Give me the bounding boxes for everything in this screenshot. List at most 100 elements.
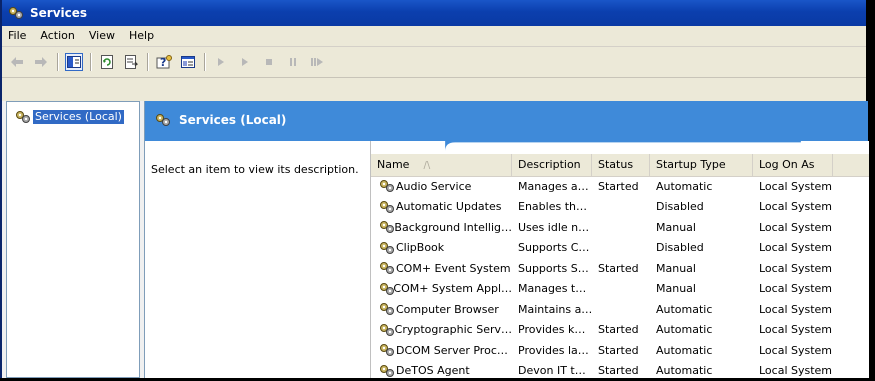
column-header-log-on-as[interactable]: Log On As <box>753 154 833 176</box>
service-description: Maintains a… <box>512 303 592 316</box>
service-description: Supports C… <box>512 241 592 254</box>
restart-service-icon[interactable] <box>308 53 326 71</box>
service-gear-icon <box>379 200 395 214</box>
menu-help[interactable]: Help <box>122 26 161 46</box>
menu-view[interactable]: View <box>82 26 122 46</box>
service-description: Manages a… <box>512 180 592 193</box>
toolbar-separator <box>204 53 205 71</box>
table-row[interactable]: COM+ System Appl… Manages t… Manual Loca… <box>371 279 869 300</box>
pause-service-icon[interactable] <box>284 53 302 71</box>
list-column-headers: Name/\ Description Status Startup Type L… <box>371 153 869 177</box>
service-startup-type: Manual <box>650 282 753 295</box>
service-name: Cryptographic Serv… <box>395 323 512 336</box>
table-row[interactable]: DCOM Server Proc… Provides la… Started A… <box>371 340 869 361</box>
service-log-on-as: Local System <box>753 344 833 357</box>
services-gear-icon <box>155 113 171 127</box>
service-description: Provides k… <box>512 323 592 336</box>
service-log-on-as: Local System <box>753 241 833 254</box>
console-tree[interactable]: Services (Local) <box>6 101 140 378</box>
service-description: Uses idle n… <box>512 221 592 234</box>
service-log-on-as: Local System <box>753 221 833 234</box>
toolbar-separator <box>147 53 148 71</box>
service-gear-icon <box>379 302 395 316</box>
services-gear-icon <box>15 110 31 124</box>
service-startup-type: Automatic <box>650 323 753 336</box>
service-gear-icon <box>379 343 395 357</box>
forward-icon[interactable] <box>32 53 50 71</box>
service-description: Enables th… <box>512 200 592 213</box>
service-startup-type: Disabled <box>650 241 753 254</box>
back-icon[interactable] <box>8 53 26 71</box>
service-log-on-as: Local System <box>753 303 833 316</box>
tree-item-services-local[interactable]: Services (Local) <box>15 110 124 124</box>
service-rows: Audio Service Manages a… Started Automat… <box>371 176 869 381</box>
service-log-on-as: Local System <box>753 180 833 193</box>
service-startup-type: Automatic <box>650 344 753 357</box>
refresh-icon[interactable] <box>98 53 116 71</box>
service-gear-icon <box>379 241 395 255</box>
service-status: Started <box>592 262 650 275</box>
service-gear-icon <box>379 179 395 193</box>
service-name: COM+ Event System <box>396 262 511 275</box>
table-row[interactable]: Audio Service Manages a… Started Automat… <box>371 176 869 197</box>
title-bar[interactable]: Services <box>2 0 866 26</box>
service-startup-type: Manual <box>650 221 753 234</box>
toolbar-separator <box>57 53 58 71</box>
service-log-on-as: Local System <box>753 364 833 377</box>
service-gear-icon <box>379 261 395 275</box>
content-spacer <box>2 78 866 101</box>
service-name: DCOM Server Proc… <box>396 344 508 357</box>
service-startup-type: Automatic <box>650 364 753 377</box>
service-name: Audio Service <box>396 180 471 193</box>
service-name: Automatic Updates <box>396 200 501 213</box>
svg-text:?: ? <box>160 56 166 69</box>
help-icon[interactable]: ? <box>155 53 173 71</box>
resume-service-icon[interactable] <box>236 53 254 71</box>
export-list-icon[interactable] <box>122 53 140 71</box>
table-row[interactable]: Background Intellig… Uses idle n… Manual… <box>371 217 869 238</box>
table-row[interactable]: ClipBook Supports C… Disabled Local Syst… <box>371 238 869 259</box>
service-gear-icon <box>379 323 394 337</box>
tree-item-label: Services (Local) <box>33 110 124 124</box>
service-status: Started <box>592 323 650 336</box>
service-startup-type: Automatic <box>650 180 753 193</box>
services-list[interactable]: Name/\ Description Status Startup Type L… <box>371 141 869 378</box>
details-pane: Services (Local) Select an item to view … <box>144 101 868 378</box>
table-row[interactable]: Computer Browser Maintains a… Automatic … <box>371 299 869 320</box>
service-status: Started <box>592 364 650 377</box>
service-status: Started <box>592 180 650 193</box>
service-description: Supports S… <box>512 262 592 275</box>
menu-action[interactable]: Action <box>33 26 81 46</box>
service-description: Provides la… <box>512 344 592 357</box>
properties-icon[interactable] <box>179 53 197 71</box>
details-header-title: Services (Local) <box>179 113 286 127</box>
column-header-startup-type[interactable]: Startup Type <box>650 154 753 176</box>
service-log-on-as: Local System <box>753 200 833 213</box>
window-title: Services <box>30 6 87 20</box>
menu-file[interactable]: File <box>2 26 33 46</box>
column-header-status[interactable]: Status <box>592 154 650 176</box>
service-name: ClipBook <box>396 241 444 254</box>
column-header-filler <box>833 154 869 176</box>
service-description: Devon IT t… <box>512 364 592 377</box>
toolbar: ? <box>2 47 866 78</box>
start-service-icon[interactable] <box>212 53 230 71</box>
table-row[interactable]: Automatic Updates Enables th… Disabled L… <box>371 197 869 218</box>
table-row[interactable]: Cryptographic Serv… Provides k… Started … <box>371 320 869 341</box>
description-text: Select an item to view its description. <box>151 163 359 176</box>
stop-service-icon[interactable] <box>260 53 278 71</box>
service-gear-icon <box>379 364 395 378</box>
service-startup-type: Manual <box>650 262 753 275</box>
service-startup-type: Disabled <box>650 200 753 213</box>
sort-ascending-icon: /\ <box>423 160 430 171</box>
service-log-on-as: Local System <box>753 323 833 336</box>
services-window: Services File Action View Help ? <box>0 0 866 378</box>
service-name: DeTOS Agent <box>396 364 470 377</box>
show-hide-tree-icon[interactable] <box>65 53 83 71</box>
menu-bar: File Action View Help <box>2 26 866 47</box>
details-header: Services (Local) <box>145 101 868 141</box>
column-header-name[interactable]: Name/\ <box>371 154 512 176</box>
column-header-description[interactable]: Description <box>512 154 592 176</box>
service-log-on-as: Local System <box>753 262 833 275</box>
table-row[interactable]: COM+ Event System Supports S… Started Ma… <box>371 258 869 279</box>
